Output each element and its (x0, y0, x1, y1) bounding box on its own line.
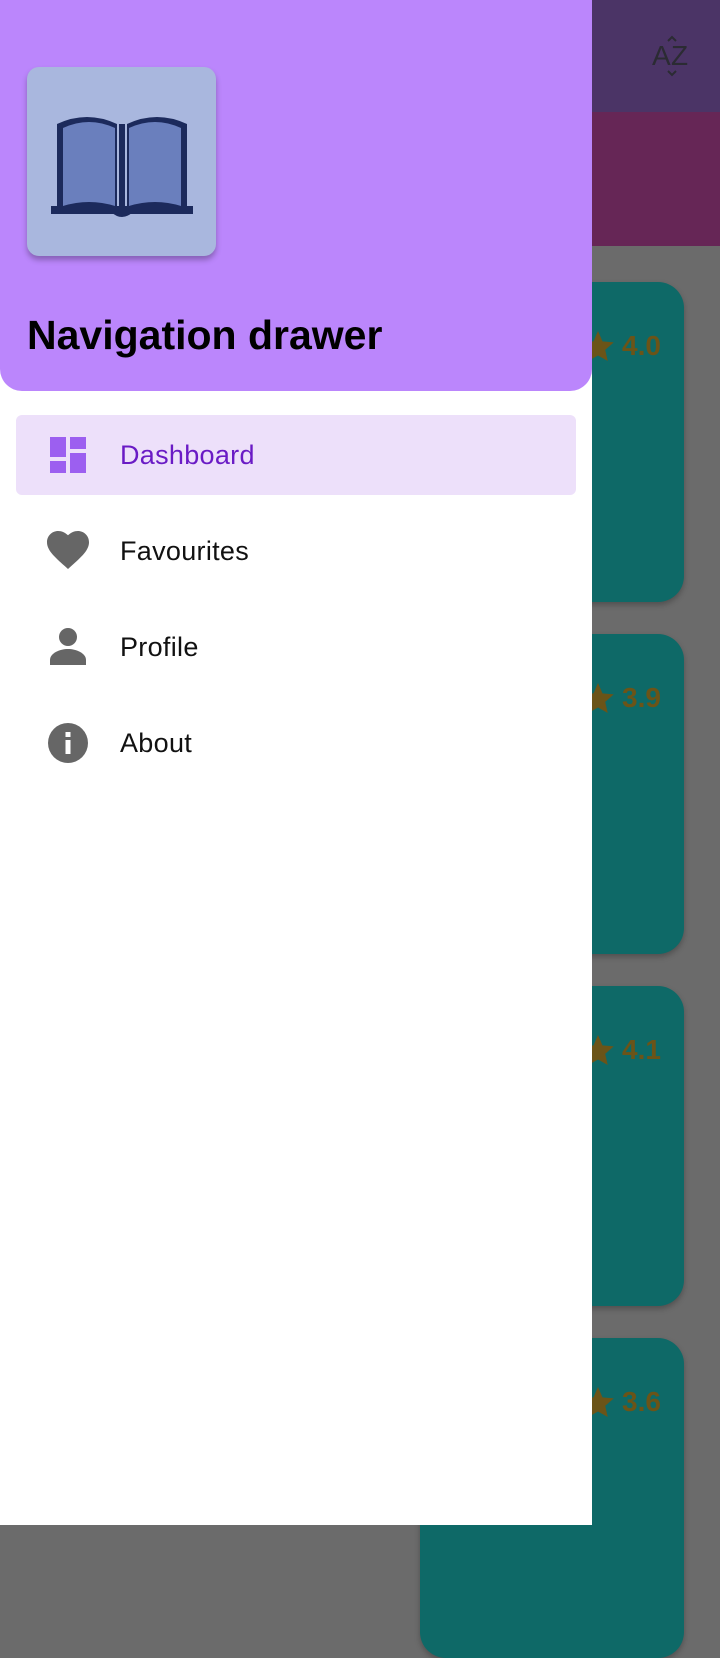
rating: 4.1 (580, 1032, 661, 1068)
drawer-header: Navigation drawer (0, 0, 592, 391)
svg-text:Z: Z (671, 40, 688, 71)
drawer-menu: Dashboard Favourites Profile About (16, 415, 576, 799)
sort-az-icon[interactable]: A Z (650, 34, 694, 78)
drawer-item-favourites[interactable]: Favourites (16, 511, 576, 591)
drawer-item-dashboard[interactable]: Dashboard (16, 415, 576, 495)
drawer-item-label: Favourites (120, 535, 250, 566)
drawer-title: Navigation drawer (27, 312, 383, 358)
drawer-item-profile[interactable]: Profile (16, 607, 576, 687)
info-icon (46, 721, 90, 765)
dashboard-icon (46, 433, 90, 477)
svg-text:A: A (652, 40, 671, 71)
heart-icon (46, 529, 90, 573)
drawer-item-about[interactable]: About (16, 703, 576, 783)
navigation-drawer: Navigation drawer Dashboard Favourites P… (0, 0, 592, 1525)
rating: 3.9 (580, 680, 661, 716)
rating-value: 4.0 (622, 330, 661, 361)
person-icon (46, 625, 90, 669)
rating: 3.6 (580, 1384, 661, 1420)
rating-value: 3.6 (622, 1386, 661, 1417)
open-book-icon (27, 67, 216, 256)
drawer-item-label: Profile (120, 631, 199, 662)
drawer-item-label: About (120, 727, 193, 758)
rating: 4.0 (580, 328, 661, 364)
rating-value: 4.1 (622, 1034, 661, 1065)
rating-value: 3.9 (622, 682, 661, 713)
drawer-item-label: Dashboard (120, 439, 255, 470)
